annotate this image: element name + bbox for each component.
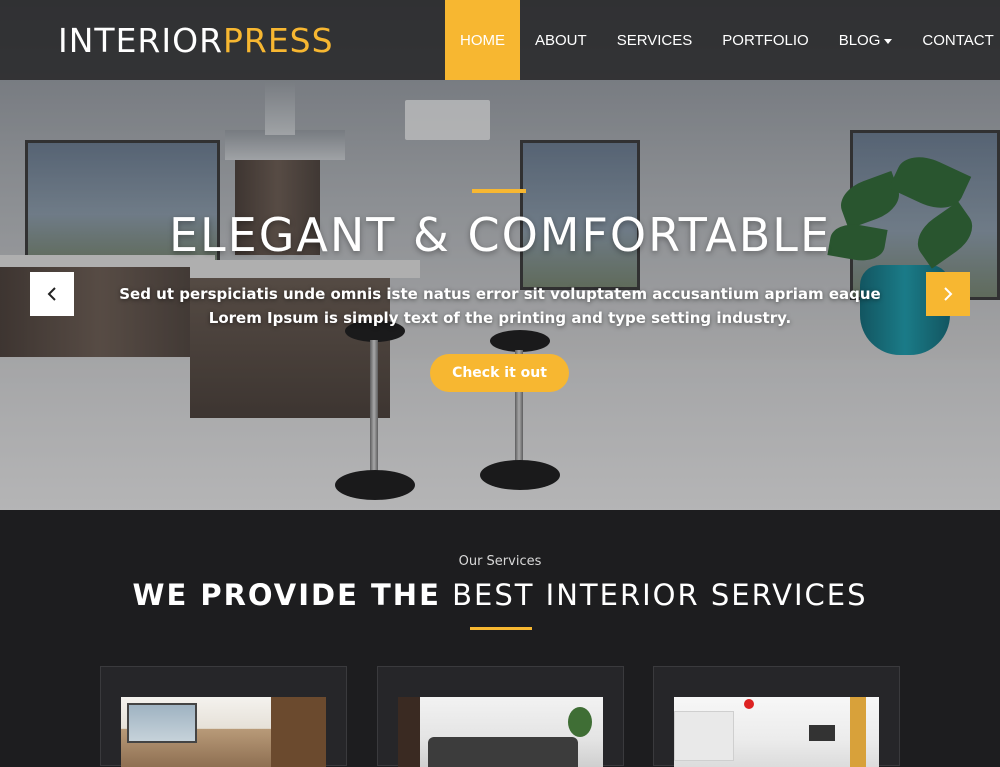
nav-services[interactable]: SERVICES xyxy=(602,0,708,80)
nav-about[interactable]: ABOUT xyxy=(520,0,602,80)
chevron-left-icon xyxy=(47,287,56,301)
nav-portfolio[interactable]: PORTFOLIO xyxy=(707,0,823,80)
hero-accent-bar xyxy=(472,189,526,193)
logo-text-press: PRESS xyxy=(223,21,334,60)
slider-prev-button[interactable] xyxy=(30,272,74,316)
services-section: Our Services WE PROVIDE THE BEST INTERIO… xyxy=(0,510,1000,767)
nav-blog[interactable]: BLOG xyxy=(824,0,908,80)
site-logo[interactable]: INTERIORPRESS xyxy=(58,22,334,60)
hero-text-line-2: Lorem Ipsum is simply text of the printi… xyxy=(208,309,792,327)
chevron-right-icon xyxy=(944,287,953,301)
hero-text-line-1: Sed ut perspiciatis unde omnis iste natu… xyxy=(119,285,881,303)
living-room-photo xyxy=(121,697,326,767)
site-header: INTERIORPRESS HOME ABOUT SERVICES PORTFO… xyxy=(0,0,1000,80)
slider-next-button[interactable] xyxy=(926,272,970,316)
logo-text-interior: INTERIOR xyxy=(58,21,223,60)
service-card[interactable] xyxy=(377,666,624,767)
services-title-rest: BEST INTERIOR SERVICES xyxy=(452,578,868,612)
nav-blog-label: BLOG xyxy=(838,31,881,49)
service-card[interactable] xyxy=(100,666,347,767)
services-accent-bar xyxy=(470,627,532,630)
nav-home[interactable]: HOME xyxy=(445,0,520,80)
sofa-lounge-photo xyxy=(398,697,603,767)
nav-contact[interactable]: CONTACT xyxy=(907,0,1000,80)
services-title: WE PROVIDE THE BEST INTERIOR SERVICES xyxy=(0,578,1000,612)
services-title-strong: WE PROVIDE THE xyxy=(132,578,441,612)
service-card[interactable] xyxy=(653,666,900,767)
hero-description: Sed ut perspiciatis unde omnis iste natu… xyxy=(100,282,900,330)
services-subtitle: Our Services xyxy=(458,554,542,569)
check-it-out-button[interactable]: Check it out xyxy=(430,354,569,392)
kitchen-dining-photo xyxy=(674,697,879,767)
hero-title: ELEGANT & COMFORTABLE xyxy=(168,208,832,262)
main-nav: HOME ABOUT SERVICES PORTFOLIO BLOG CONTA… xyxy=(445,0,1000,80)
caret-down-icon xyxy=(884,38,893,44)
